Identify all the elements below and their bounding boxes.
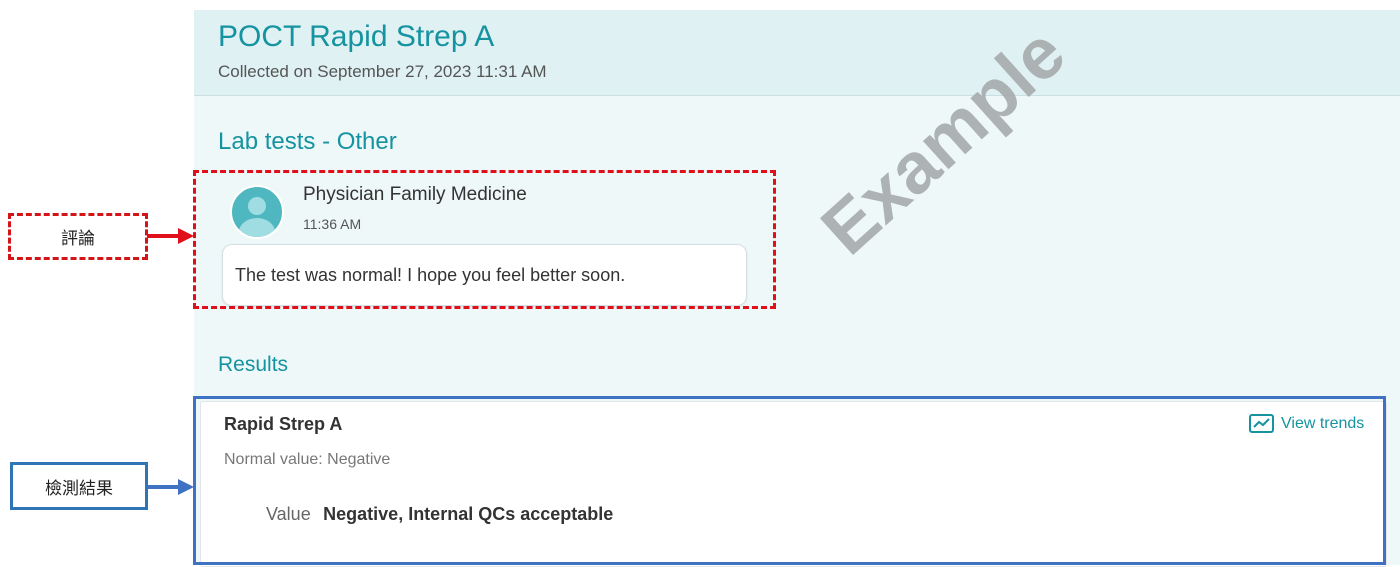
page-title: POCT Rapid Strep A	[218, 20, 495, 53]
section-title: Lab tests - Other	[218, 128, 397, 155]
comment-annotation-label: 評論	[8, 213, 148, 260]
comment-arrow-icon	[147, 228, 194, 244]
collection-date: Collected on September 27, 2023 11:31 AM	[218, 62, 547, 81]
comment-highlight-box	[193, 170, 776, 309]
lab-result-header: POCT Rapid Strep A Collected on Septembe…	[194, 10, 1400, 96]
result-highlight-box	[193, 396, 1386, 565]
result-annotation-label: 檢測結果	[10, 462, 148, 510]
result-arrow-icon	[147, 479, 194, 495]
results-title: Results	[218, 353, 289, 376]
